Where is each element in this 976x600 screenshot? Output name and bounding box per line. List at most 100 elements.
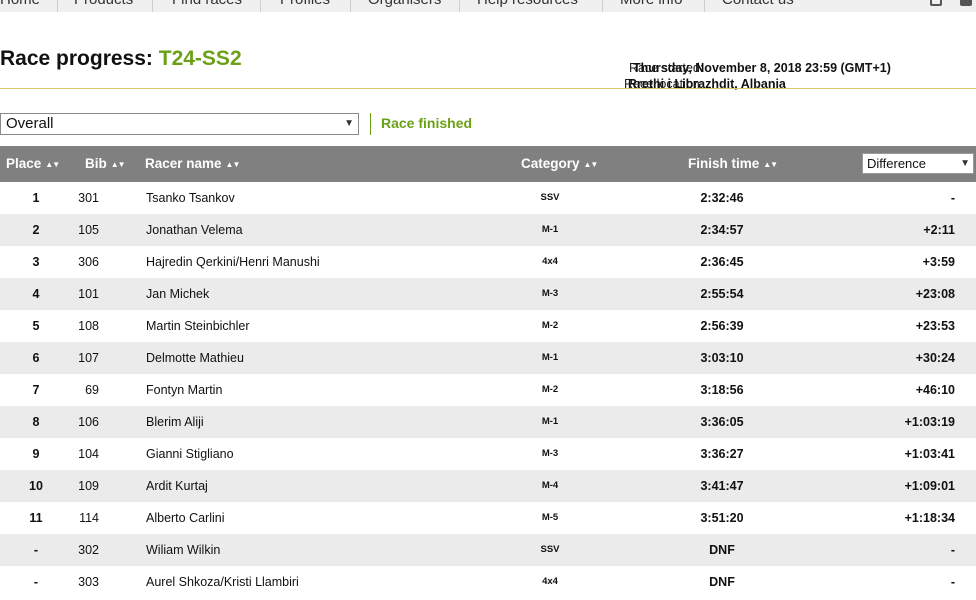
table-row[interactable]: - 303 Aurel Shkoza/Kristi Llambiri 4x4 DNF -: [0, 566, 976, 598]
difference-select[interactable]: Difference ▼: [862, 153, 974, 174]
sort-icon: ▲▼: [110, 160, 126, 169]
results-table-body: 1 301 Tsanko Tsankov SSV 2:32:46-2 105 Jonatha…: [0, 182, 976, 598]
finish-time-cell: DNF: [709, 543, 735, 557]
sort-icon: ▲▼: [225, 160, 241, 169]
place-cell: -: [33, 543, 39, 557]
column-category[interactable]: Category ▲▼: [521, 156, 599, 171]
nav-products[interactable]: Products: [74, 0, 133, 12]
category-cell: M-1: [541, 416, 559, 427]
racer-name-cell: Wiliam Wilkin: [146, 543, 221, 557]
category-cell: M-1: [541, 352, 559, 363]
nav-divider: [350, 0, 351, 12]
column-bib-label: Bib: [85, 156, 107, 171]
bib-cell: 104: [78, 447, 99, 461]
bib-cell: 303: [78, 575, 99, 589]
racer-name-cell: Alberto Carlini: [146, 511, 225, 525]
racer-name-cell: Ardit Kurtaj: [146, 479, 208, 493]
difference-select-value: Difference: [867, 156, 927, 171]
column-bib[interactable]: Bib ▲▼: [85, 156, 126, 171]
place-cell: 5: [32, 319, 40, 333]
table-row[interactable]: 1 301 Tsanko Tsankov SSV 2:32:46 -: [0, 182, 976, 214]
facebook-icon[interactable]: [930, 0, 942, 6]
difference-cell: +30:24: [915, 351, 955, 365]
place-cell: 11: [29, 511, 43, 525]
table-row[interactable]: 2 105 Jonathan Velema M-1 2:34:57 +2:11: [0, 214, 976, 246]
category-filter-value: Overall: [6, 115, 54, 132]
category-cell: SSV: [540, 192, 560, 203]
difference-cell: -: [950, 575, 955, 589]
bib-cell: 106: [78, 415, 99, 429]
bib-cell: 109: [78, 479, 99, 493]
bib-cell: 107: [78, 351, 99, 365]
table-row[interactable]: 10 109 Ardit Kurtaj M-4 3:41:47 +1:09:01: [0, 470, 976, 502]
nav-help-resources[interactable]: Help resources: [477, 0, 578, 12]
nav-home[interactable]: Home: [0, 0, 40, 12]
header-divider: [0, 88, 976, 89]
nav-more-info[interactable]: More info: [620, 0, 683, 12]
place-cell: 8: [32, 415, 40, 429]
difference-cell: +23:53: [915, 319, 955, 333]
table-row[interactable]: 8 106 Blerim Aliji M-1 3:36:05 +1:03:19: [0, 406, 976, 438]
difference-cell: +2:11: [923, 223, 955, 237]
column-finish-time[interactable]: Finish time ▲▼: [688, 156, 778, 171]
race-location-value: Rrethi i Librazhdit, Albania: [628, 77, 786, 91]
status-divider: [370, 113, 371, 135]
table-row[interactable]: 7 69 Fontyn Martin M-2 3:18:56 +46:10: [0, 374, 976, 406]
bib-cell: 69: [85, 383, 99, 397]
place-cell: 6: [32, 351, 40, 365]
category-cell: M-3: [541, 448, 559, 459]
nav-profiles[interactable]: Profiles: [280, 0, 330, 12]
table-row[interactable]: - 302 Wiliam Wilkin SSV DNF -: [0, 534, 976, 566]
nav-divider: [260, 0, 261, 12]
racer-name-cell: Jonathan Velema: [146, 223, 243, 237]
finish-time-cell: 3:36:05: [700, 415, 744, 429]
category-cell: M-2: [541, 384, 559, 395]
finish-time-cell: 2:32:46: [700, 191, 744, 205]
column-place-label: Place: [6, 156, 42, 171]
title-prefix: Race progress:: [0, 47, 153, 70]
racer-name-cell: Aurel Shkoza/Kristi Llambiri: [146, 575, 299, 589]
nav-divider: [704, 0, 705, 12]
column-racer-name[interactable]: Racer name ▲▼: [145, 156, 241, 171]
table-row[interactable]: 9 104 Gianni Stigliano M-3 3:36:27 +1:03:41: [0, 438, 976, 470]
sort-icon: ▲▼: [583, 160, 599, 169]
table-row[interactable]: 3 306 Hajredin Qerkini/Henri Manushi 4x4 2:3…: [0, 246, 976, 278]
bib-cell: 101: [78, 287, 99, 301]
place-cell: 4: [32, 287, 40, 301]
bib-cell: 306: [78, 255, 99, 269]
finish-time-cell: 3:03:10: [700, 351, 744, 365]
table-row[interactable]: 4 101 Jan Michek M-3 2:55:54 +23:08: [0, 278, 976, 310]
nav-find-races[interactable]: Find races: [172, 0, 242, 12]
difference-cell: +23:08: [915, 287, 955, 301]
bib-cell: 302: [78, 543, 99, 557]
place-cell: -: [33, 575, 39, 589]
column-category-label: Category: [521, 156, 580, 171]
finish-time-cell: 2:34:57: [700, 223, 744, 237]
nav-organisers[interactable]: Organisers: [368, 0, 441, 12]
table-row[interactable]: 5 108 Martin Steinbichler M-2 2:56:39 +23:53: [0, 310, 976, 342]
place-cell: 2: [32, 223, 40, 237]
chevron-down-icon: ▼: [960, 158, 970, 169]
category-cell: M-2: [541, 320, 559, 331]
page-title: Race progress: T24-SS2: [0, 47, 242, 71]
table-row[interactable]: 6 107 Delmotte Mathieu M-1 3:03:10 +30:24: [0, 342, 976, 374]
place-cell: 3: [32, 255, 40, 269]
racer-name-cell: Delmotte Mathieu: [146, 351, 244, 365]
top-navigation: Home Products Find races Profiles Organi…: [0, 0, 976, 12]
nav-divider: [602, 0, 603, 12]
table-row[interactable]: 11 114 Alberto Carlini M-5 3:51:20 +1:18:34: [0, 502, 976, 534]
nav-divider: [459, 0, 460, 12]
nav-contact-us[interactable]: Contact us: [722, 0, 794, 12]
results-table-header: Place ▲▼ Bib ▲▼ Racer name ▲▼ Category ▲▼ Fi…: [0, 146, 976, 182]
category-cell: 4x4: [542, 576, 558, 587]
bib-cell: 105: [78, 223, 99, 237]
difference-cell: +1:03:19: [904, 415, 955, 429]
column-place[interactable]: Place ▲▼: [6, 156, 60, 171]
place-cell: 10: [29, 479, 43, 493]
difference-cell: -: [950, 543, 955, 557]
finish-time-cell: 2:36:45: [700, 255, 744, 269]
sort-icon: ▲▼: [45, 160, 60, 169]
category-filter-select[interactable]: Overall ▼: [0, 113, 359, 135]
menu-icon[interactable]: [960, 0, 972, 6]
racer-name-cell: Gianni Stigliano: [146, 447, 234, 461]
